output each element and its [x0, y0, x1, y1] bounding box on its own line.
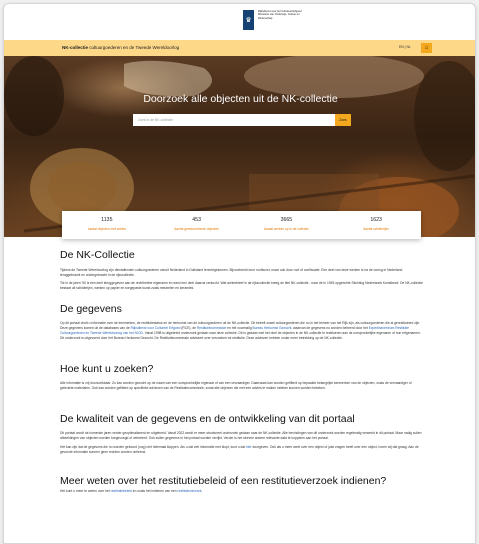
- bureau-herkomst-link[interactable]: Bureau Herkomst Gezocht: [252, 326, 291, 330]
- stat-value: 3665: [280, 217, 293, 223]
- section-title-meer-weten: Meer weten over het restitutiebeleid of …: [60, 475, 387, 487]
- section-title-gegevens: De gegevens: [60, 303, 122, 315]
- section-title-nk-collectie: De NK-Collectie: [60, 249, 135, 261]
- browser-page: ♛ Rijksdienst voor het Cultureel Erfgoed…: [3, 3, 476, 544]
- main-content: De NK-Collectie Tijdens de Tweede Wereld…: [60, 249, 423, 494]
- kwaliteit-text-1: Het kan zijn dat de gegevens die nu word…: [60, 445, 247, 449]
- search-input[interactable]: Zoek in de NK-collectie: [133, 114, 335, 126]
- language-switch: EN | NL: [399, 45, 411, 49]
- stat-label: Aantal werken op in de collectie: [263, 227, 309, 231]
- lang-nl-link[interactable]: NL: [407, 45, 411, 49]
- rijksoverheid-logo[interactable]: ♛ Rijksdienst voor het Cultureel Erfgoed…: [243, 10, 304, 30]
- meer-weten-paragraph: Het kunt u meer te weten over het restit…: [60, 489, 423, 494]
- meer-text-3: .: [201, 489, 203, 493]
- lang-en-link[interactable]: EN: [399, 45, 404, 49]
- stat-works-in-collection[interactable]: 3665 Aantal werken op in de collectie: [242, 211, 332, 239]
- meer-text-1: Het kunt u meer te weten over het: [60, 489, 111, 493]
- hero-title: Doorzoek alle objecten uit de NK-collect…: [143, 93, 338, 105]
- section-title-zoeken: Hoe kunt u zoeken?: [60, 363, 154, 375]
- site-brand[interactable]: NK-collectie cultuurgoederen en de Tweed…: [62, 45, 179, 50]
- crown-emblem-icon: ♛: [243, 10, 254, 30]
- stat-value: 453: [192, 217, 201, 223]
- kwaliteit-paragraph-1: Dit portaal wordt de komende jaren verde…: [60, 431, 422, 440]
- restitutieverzoek-link[interactable]: restitutieverzoek: [178, 489, 202, 493]
- lang-separator: |: [404, 45, 406, 49]
- stat-returned-objects[interactable]: 453 Aantal geretourneerde objecten: [152, 211, 242, 239]
- logo-line-3: Wetenschap: [258, 16, 273, 20]
- statistics-card: 1135 Aantal objecten met advies 453 Aant…: [62, 211, 421, 239]
- restitutiebeleid-link[interactable]: restitutiebeleid: [111, 489, 132, 493]
- hero-banner: Doorzoek alle objecten uit de NK-collect…: [4, 56, 475, 237]
- stat-label: Aantal geretourneerde objecten: [174, 227, 219, 231]
- stat-paintings[interactable]: 1623 Aantal schilderijen: [331, 211, 421, 239]
- zoeken-paragraph: Alle informatie is vrij doorzoekbaar. Zo…: [60, 381, 412, 390]
- home-icon: ⌂: [424, 45, 429, 51]
- kwaliteit-paragraph-2: Het kan zijn dat de gegevens die nu word…: [60, 445, 423, 455]
- stat-advised-objects[interactable]: 1135 Aantal objecten met advies: [62, 211, 152, 239]
- search-button[interactable]: Zoek: [335, 114, 351, 126]
- meer-text-2: en zoals het indienen van een: [131, 489, 178, 493]
- logo-text: Rijksdienst voor het Cultureel Erfgoed M…: [258, 10, 304, 20]
- brand-subtitle: cultuurgoederen en de Tweede Wereldoorlo…: [89, 45, 180, 50]
- gegevens-paragraph: Op dit portaal vindt u informatie over d…: [60, 321, 423, 341]
- home-button[interactable]: ⌂: [421, 43, 432, 53]
- nk-paragraph-2: Tot in de jaren '50 is een deel teruggeg…: [60, 281, 423, 290]
- brand-name: NK-collectie: [62, 45, 89, 50]
- restitutiecommissie-link[interactable]: Restitutiecommissie: [197, 326, 226, 330]
- rce-link[interactable]: Rijksdienst voor Cultureel Erfgoed: [131, 326, 181, 330]
- stat-label: Aantal schilderijen: [363, 227, 390, 231]
- stat-label: Aantal objecten met advies: [87, 227, 127, 231]
- stat-value: 1135: [101, 217, 113, 223]
- nk-paragraph-1: Tijdens de Tweede Wereldoorlog zijn dien…: [60, 268, 403, 277]
- gegevens-text-2: (RCE), de: [180, 326, 197, 330]
- government-header: ♛ Rijksdienst voor het Cultureel Erfgoed…: [4, 4, 475, 37]
- stat-value: 1623: [370, 217, 382, 223]
- gegevens-text-4: , waarvan de gegevens nu worden beheerd …: [291, 326, 369, 330]
- gegevens-text-3: en het voormalig: [226, 326, 253, 330]
- still-life-painting-background: [4, 56, 475, 237]
- top-navbar: NK-collectie cultuurgoederen en de Tweed…: [4, 40, 475, 56]
- section-title-kwaliteit: De kwaliteit van de gegevens en de ontwi…: [60, 413, 355, 425]
